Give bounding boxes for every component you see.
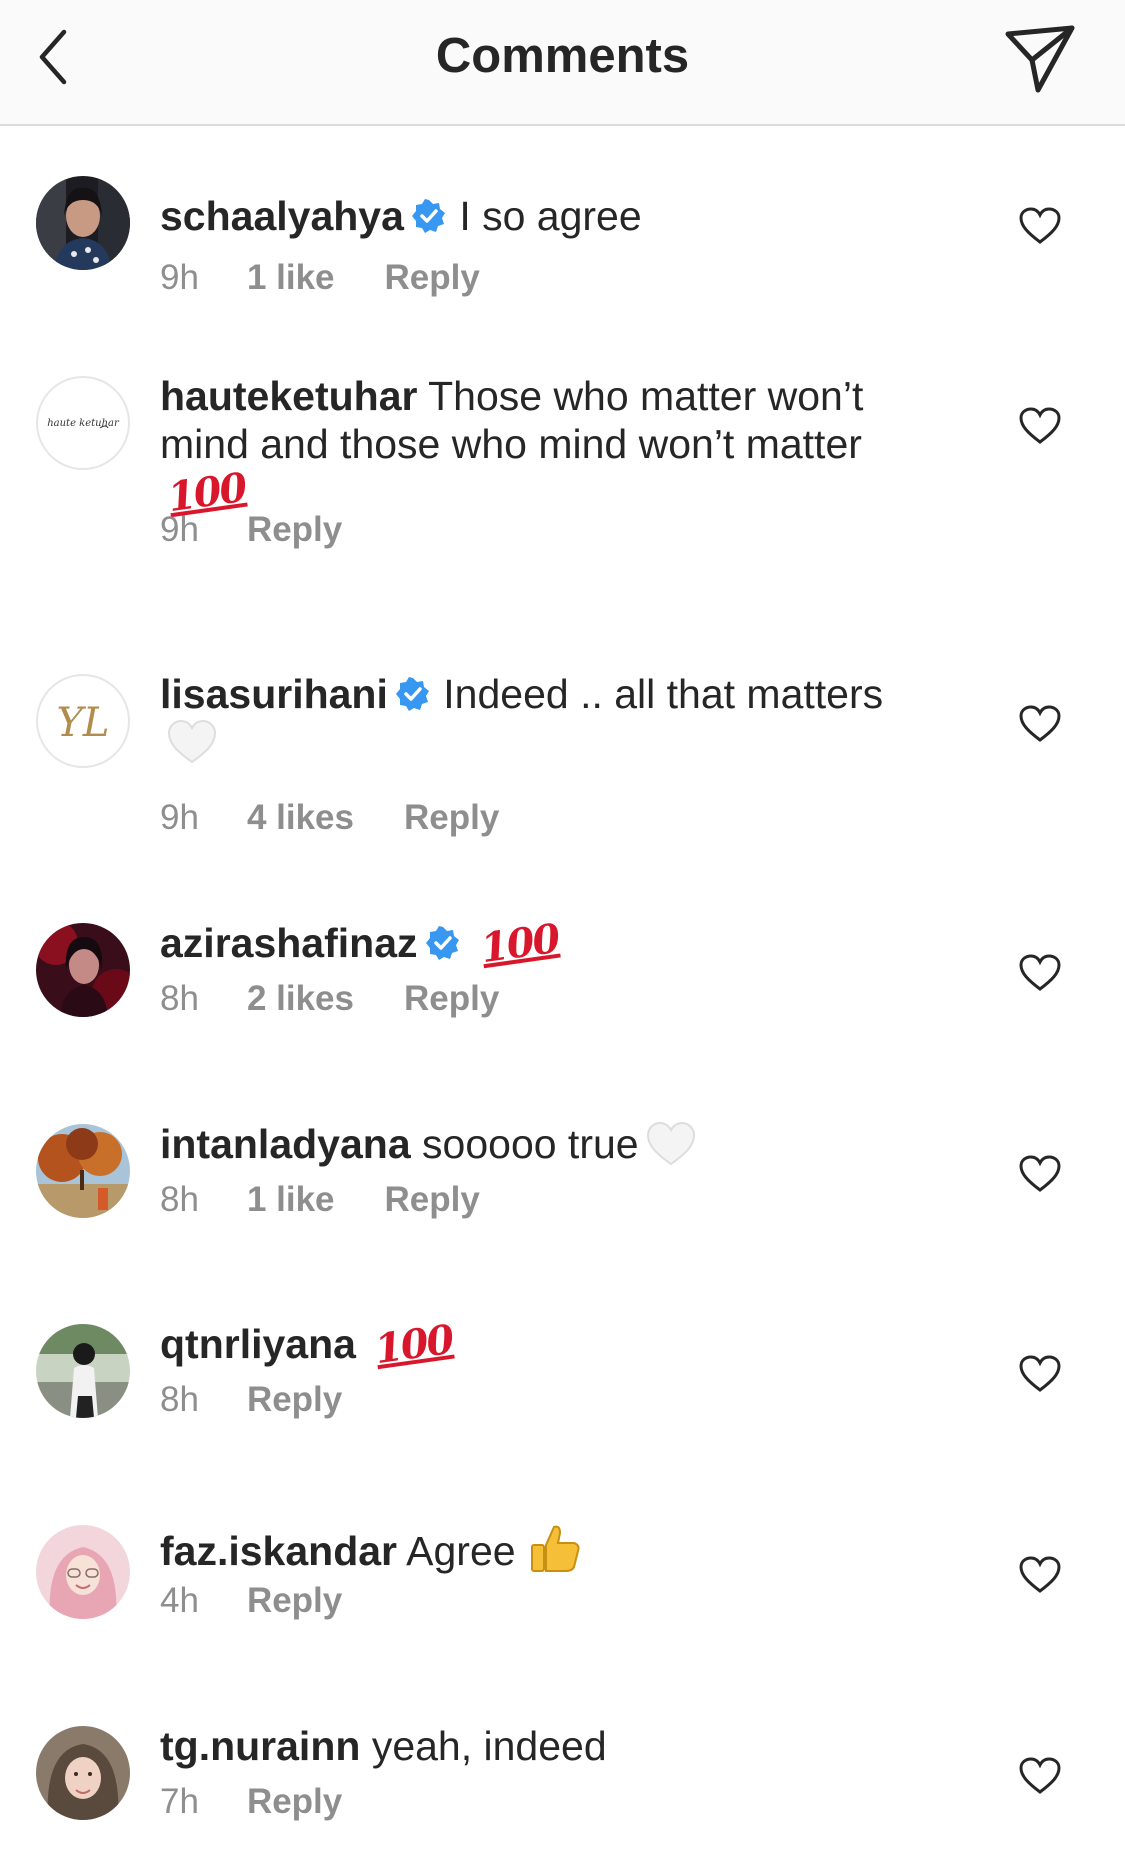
comment-body: schaalyahya I so agree [160, 192, 940, 240]
comment-body: lisasurihani Indeed .. all that matters [160, 670, 940, 766]
avatar[interactable] [36, 1324, 130, 1418]
comment-username[interactable]: faz.iskandar [160, 1528, 397, 1574]
like-comment-button[interactable] [1018, 704, 1062, 744]
comment-body: intanladyana sooooo true [160, 1120, 940, 1168]
comment-body: tg.nurainn yeah, indeed [160, 1722, 940, 1770]
comment-text: Agree [406, 1528, 516, 1574]
comment-body: qtnrliyana 100 [160, 1316, 940, 1373]
reply-button[interactable]: Reply [404, 979, 499, 1019]
comment-body: hauteketuhar Those who matter won’t mind… [160, 372, 940, 521]
comment-meta: 4h Reply [160, 1581, 342, 1621]
avatar[interactable] [36, 923, 130, 1017]
heart-outline-icon [1019, 1556, 1061, 1593]
comment-likes[interactable]: 1 like [247, 1180, 335, 1220]
comment-time: 8h [160, 1380, 199, 1419]
avatar[interactable] [36, 1124, 130, 1218]
verified-badge-icon [425, 926, 459, 960]
comment-body: azirashafinaz 100 [160, 915, 940, 972]
heart-outline-icon [1019, 705, 1061, 742]
heart-outline-icon [1019, 1757, 1061, 1794]
heart-outline-icon [1019, 207, 1061, 244]
comment-time: 7h [160, 1782, 199, 1821]
comment-username[interactable]: qtnrliyana [160, 1321, 356, 1367]
comment-text: I so agree [459, 193, 642, 239]
white-heart-icon [646, 1121, 695, 1166]
comment-text: yeah, indeed [371, 1723, 607, 1769]
comment-meta: 8h Reply [160, 1380, 342, 1420]
like-comment-button[interactable] [1018, 1154, 1062, 1194]
comment-time: 9h [160, 510, 199, 549]
comment-meta: 8h 2 likes Reply [160, 979, 499, 1019]
comment-likes[interactable]: 4 likes [247, 798, 354, 838]
hundred-points-icon: 100 [372, 1315, 456, 1374]
comment-username[interactable]: lisasurihani [160, 671, 388, 717]
hundred-points-icon: 100 [477, 914, 562, 973]
comment-meta: 9h Reply [160, 510, 342, 550]
page-title: Comments [435, 29, 690, 83]
heart-outline-icon [1019, 1155, 1061, 1192]
reply-button[interactable]: Reply [247, 1380, 342, 1420]
thumbs-up-icon [530, 1525, 580, 1572]
avatar-logo-text: haute ketuhar [47, 418, 120, 429]
comment-username[interactable]: schaalyahya [160, 193, 404, 239]
comment-time: 4h [160, 1581, 199, 1620]
like-comment-button[interactable] [1018, 953, 1062, 993]
reply-button[interactable]: Reply [385, 1180, 480, 1220]
comment-likes[interactable]: 1 like [247, 258, 335, 298]
comment-text: Indeed .. all that matters [443, 671, 884, 717]
comment-time: 8h [160, 1180, 199, 1219]
like-comment-button[interactable] [1018, 1555, 1062, 1595]
heart-outline-icon [1019, 1355, 1061, 1392]
like-comment-button[interactable] [1018, 406, 1062, 446]
like-comment-button[interactable] [1018, 1354, 1062, 1394]
like-comment-button[interactable] [1018, 1756, 1062, 1796]
comment-meta: 9h 1 like Reply [160, 258, 480, 298]
avatar[interactable]: YL [36, 674, 130, 768]
share-button[interactable] [1000, 20, 1080, 100]
heart-outline-icon [1019, 954, 1061, 991]
comment-likes[interactable]: 2 likes [247, 979, 354, 1019]
top-navigation-bar: Comments [0, 0, 1125, 126]
avatar[interactable] [36, 1525, 130, 1619]
reply-button[interactable]: Reply [247, 1581, 342, 1621]
avatar[interactable] [36, 1726, 130, 1820]
comment-meta: 7h Reply [160, 1782, 342, 1822]
reply-button[interactable]: Reply [385, 258, 480, 298]
avatar-logo-text: YL [57, 700, 110, 746]
paper-plane-icon [1005, 25, 1075, 93]
comment-time: 8h [160, 979, 199, 1018]
comment-meta: 9h 4 likes Reply [160, 798, 499, 838]
white-heart-icon [167, 719, 217, 764]
comment-body: faz.iskandar Agree [160, 1521, 940, 1575]
comment-text: sooooo true [422, 1121, 639, 1167]
comment-username[interactable]: intanladyana [160, 1121, 411, 1167]
comment-username[interactable]: tg.nurainn [160, 1723, 360, 1769]
comment-time: 9h [160, 258, 199, 297]
reply-button[interactable]: Reply [247, 1782, 342, 1822]
heart-outline-icon [1019, 407, 1061, 444]
comment-username[interactable]: azirashafinaz [160, 920, 418, 966]
reply-button[interactable]: Reply [247, 510, 342, 550]
comment-meta: 8h 1 like Reply [160, 1180, 480, 1220]
avatar[interactable]: haute ketuhar [36, 376, 130, 470]
reply-button[interactable]: Reply [404, 798, 499, 838]
verified-badge-icon [411, 199, 445, 233]
like-comment-button[interactable] [1018, 206, 1062, 246]
comment-username[interactable]: hauteketuhar [160, 373, 417, 419]
avatar[interactable] [36, 176, 130, 270]
comment-time: 9h [160, 798, 199, 837]
verified-badge-icon [395, 677, 429, 711]
